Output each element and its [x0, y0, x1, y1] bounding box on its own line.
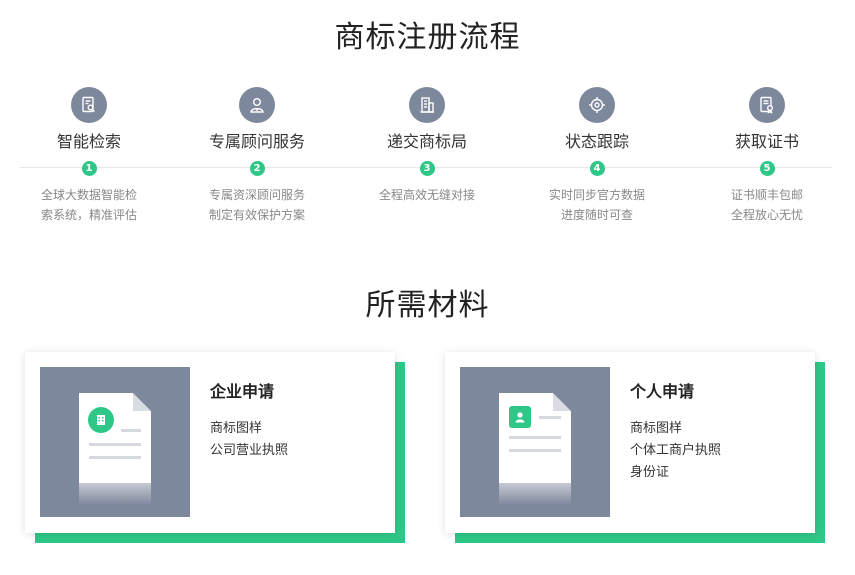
doc-line: [509, 436, 561, 439]
step-5: 获取证书 5 证书顺丰包邮 全程放心无忧: [682, 84, 852, 225]
step-1: 智能检索 1 全球大数据智能检 索系统，精准评估: [4, 84, 174, 225]
step-name: 递交商标局: [386, 132, 467, 151]
step-name: 智能检索: [56, 132, 121, 151]
material-item: 商标图样: [210, 421, 263, 436]
building-icon: [409, 87, 445, 123]
step-description: 专属资深顾问服务 制定有效保护方案: [172, 185, 342, 225]
step-desc-line: 全程放心无忧: [730, 208, 803, 222]
step-number: 4: [589, 161, 605, 176]
step-name: 状态跟踪: [564, 132, 629, 151]
search-document-icon: [71, 87, 107, 123]
doc-line: [509, 449, 561, 452]
target-icon: [579, 87, 615, 123]
process-title: 商标注册流程: [334, 20, 521, 55]
step-3: 递交商标局 3 全程高效无缝对接: [342, 84, 512, 205]
doc-line: [89, 443, 141, 446]
document-icon: [499, 393, 571, 483]
card-body: 企业申请 商标图样 公司营业执照: [25, 352, 395, 533]
step-number: 2: [249, 161, 265, 176]
step-description: 实时同步官方数据 进度随时可查: [512, 185, 682, 225]
step-description: 全程高效无缝对接: [342, 185, 512, 205]
step-number: 5: [759, 161, 775, 176]
card-items: 商标图样 个体工商户执照 身份证: [630, 418, 721, 484]
material-item: 商标图样: [630, 421, 683, 436]
consultant-icon: [239, 87, 275, 123]
card-title: 个人申请: [630, 382, 695, 401]
process-steps: 智能检索 1 全球大数据智能检 索系统，精准评估 专属顾问服务 2 专属资深顾问…: [0, 84, 855, 234]
card-illustration: [40, 367, 190, 517]
step-desc-line: 全球大数据智能检: [40, 188, 137, 202]
step-desc-line: 索系统，精准评估: [40, 208, 137, 222]
step-name: 专属顾问服务: [208, 132, 305, 151]
material-item: 个体工商户执照: [630, 443, 722, 458]
card-title: 企业申请: [210, 382, 275, 401]
step-number: 3: [419, 161, 435, 176]
card-body: 个人申请 商标图样 个体工商户执照 身份证: [445, 352, 815, 533]
step-number: 1: [81, 161, 97, 176]
doc-fold: [553, 393, 571, 411]
doc-line: [89, 456, 141, 459]
doc-reflection: [79, 483, 151, 505]
company-icon: [88, 407, 114, 433]
step-description: 证书顺丰包邮 全程放心无忧: [682, 185, 852, 225]
step-desc-line: 证书顺丰包邮: [730, 188, 803, 202]
doc-line: [121, 429, 141, 432]
step-4: 状态跟踪 4 实时同步官方数据 进度随时可查: [512, 84, 682, 225]
card-items: 商标图样 公司营业执照: [210, 418, 288, 462]
material-item: 身份证: [630, 465, 670, 480]
step-desc-line: 进度随时可查: [560, 208, 633, 222]
card-enterprise: 企业申请 商标图样 公司营业执照: [25, 352, 405, 544]
step-desc-line: 制定有效保护方案: [208, 208, 305, 222]
material-item: 公司营业执照: [210, 443, 289, 458]
doc-reflection: [499, 483, 571, 505]
card-personal: 个人申请 商标图样 个体工商户执照 身份证: [445, 352, 825, 544]
doc-line: [539, 416, 561, 419]
card-info: 企业申请 商标图样 公司营业执照: [210, 378, 288, 462]
certificate-icon: [749, 87, 785, 123]
card-illustration: [460, 367, 610, 517]
step-desc-line: 实时同步官方数据: [548, 188, 645, 202]
step-2: 专属顾问服务 2 专属资深顾问服务 制定有效保护方案: [172, 84, 342, 225]
person-id-icon: [509, 406, 531, 428]
card-info: 个人申请 商标图样 个体工商户执照 身份证: [630, 378, 721, 484]
step-desc-line: 专属资深顾问服务: [208, 188, 305, 202]
materials-title: 所需材料: [365, 288, 490, 323]
document-icon: [79, 393, 151, 483]
step-description: 全球大数据智能检 索系统，精准评估: [4, 185, 174, 225]
step-name: 获取证书: [734, 132, 799, 151]
doc-fold: [133, 393, 151, 411]
step-desc-line: 全程高效无缝对接: [378, 188, 475, 202]
